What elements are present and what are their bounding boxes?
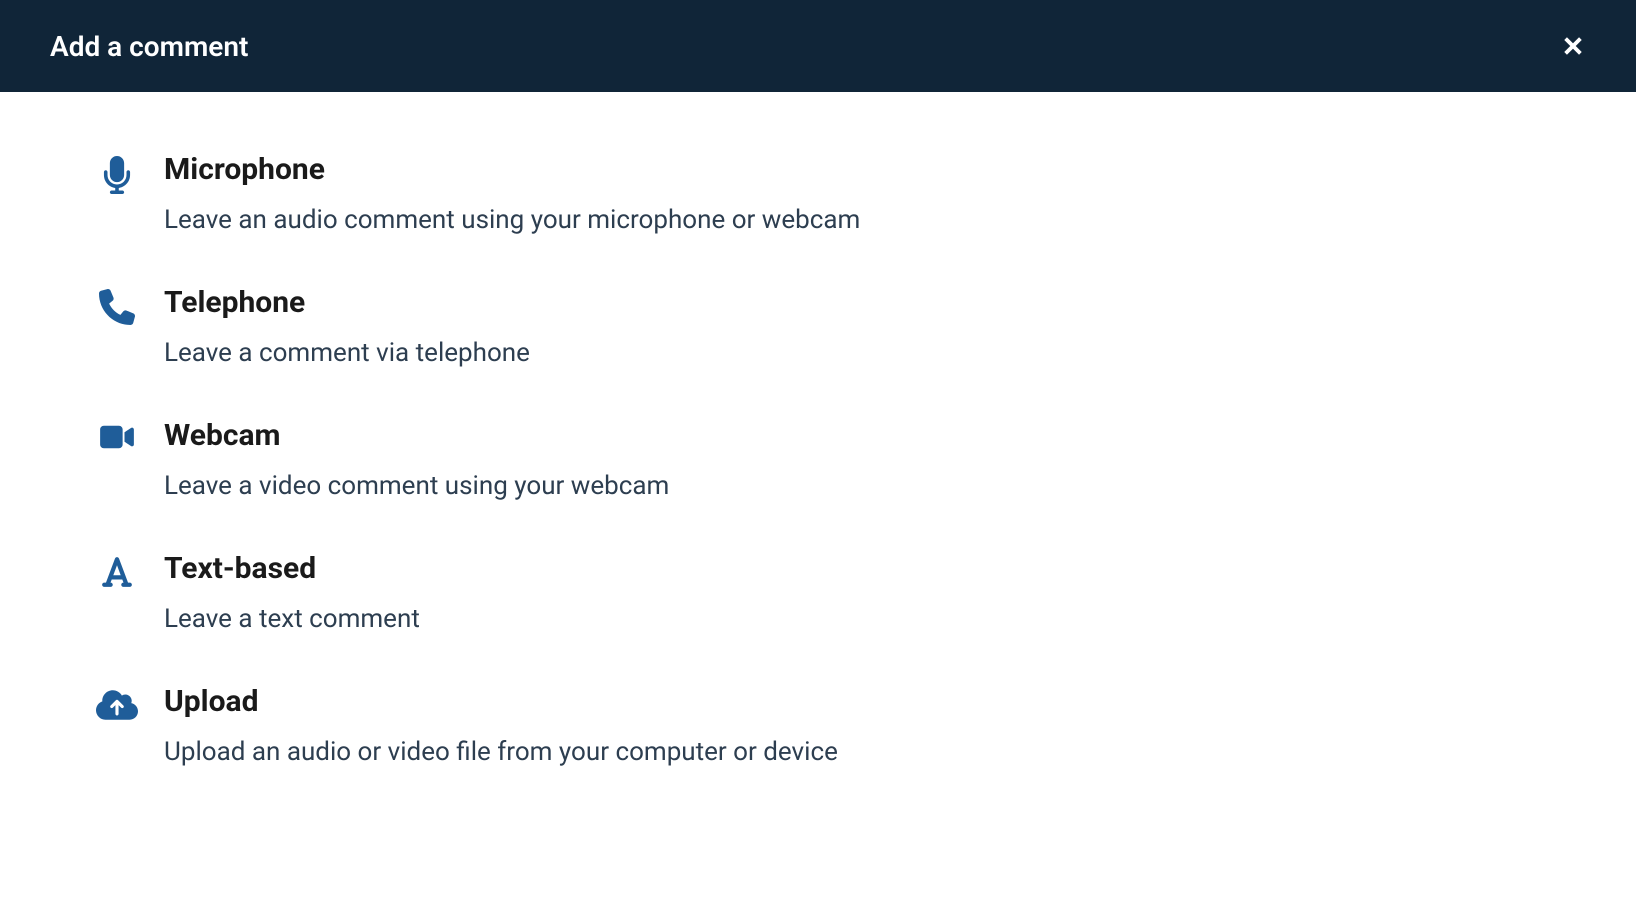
option-description: Leave an audio comment using your microp…: [164, 205, 860, 235]
cloud-upload-icon: [96, 688, 138, 722]
option-description: Leave a video comment using your webcam: [164, 471, 669, 501]
close-icon: [1560, 33, 1586, 59]
video-icon: [96, 422, 138, 452]
modal-header: Add a comment: [0, 0, 1636, 92]
option-telephone[interactable]: Telephone Leave a comment via telephone: [92, 285, 1544, 368]
options-list: Microphone Leave an audio comment using …: [0, 92, 1636, 877]
modal-title: Add a comment: [50, 30, 248, 63]
option-description: Leave a text comment: [164, 604, 420, 634]
telephone-icon: [99, 289, 135, 325]
font-icon: [100, 555, 134, 589]
option-description: Leave a comment via telephone: [164, 338, 530, 368]
option-title: Text-based: [164, 551, 420, 586]
option-title: Telephone: [164, 285, 530, 320]
option-description: Upload an audio or video file from your …: [164, 737, 838, 767]
close-button[interactable]: [1560, 33, 1586, 59]
option-title: Upload: [164, 684, 838, 719]
option-microphone[interactable]: Microphone Leave an audio comment using …: [92, 152, 1544, 235]
option-upload[interactable]: Upload Upload an audio or video file fro…: [92, 684, 1544, 767]
option-title: Webcam: [164, 418, 669, 453]
option-webcam[interactable]: Webcam Leave a video comment using your …: [92, 418, 1544, 501]
microphone-icon: [102, 156, 132, 194]
option-text[interactable]: Text-based Leave a text comment: [92, 551, 1544, 634]
option-title: Microphone: [164, 152, 860, 187]
